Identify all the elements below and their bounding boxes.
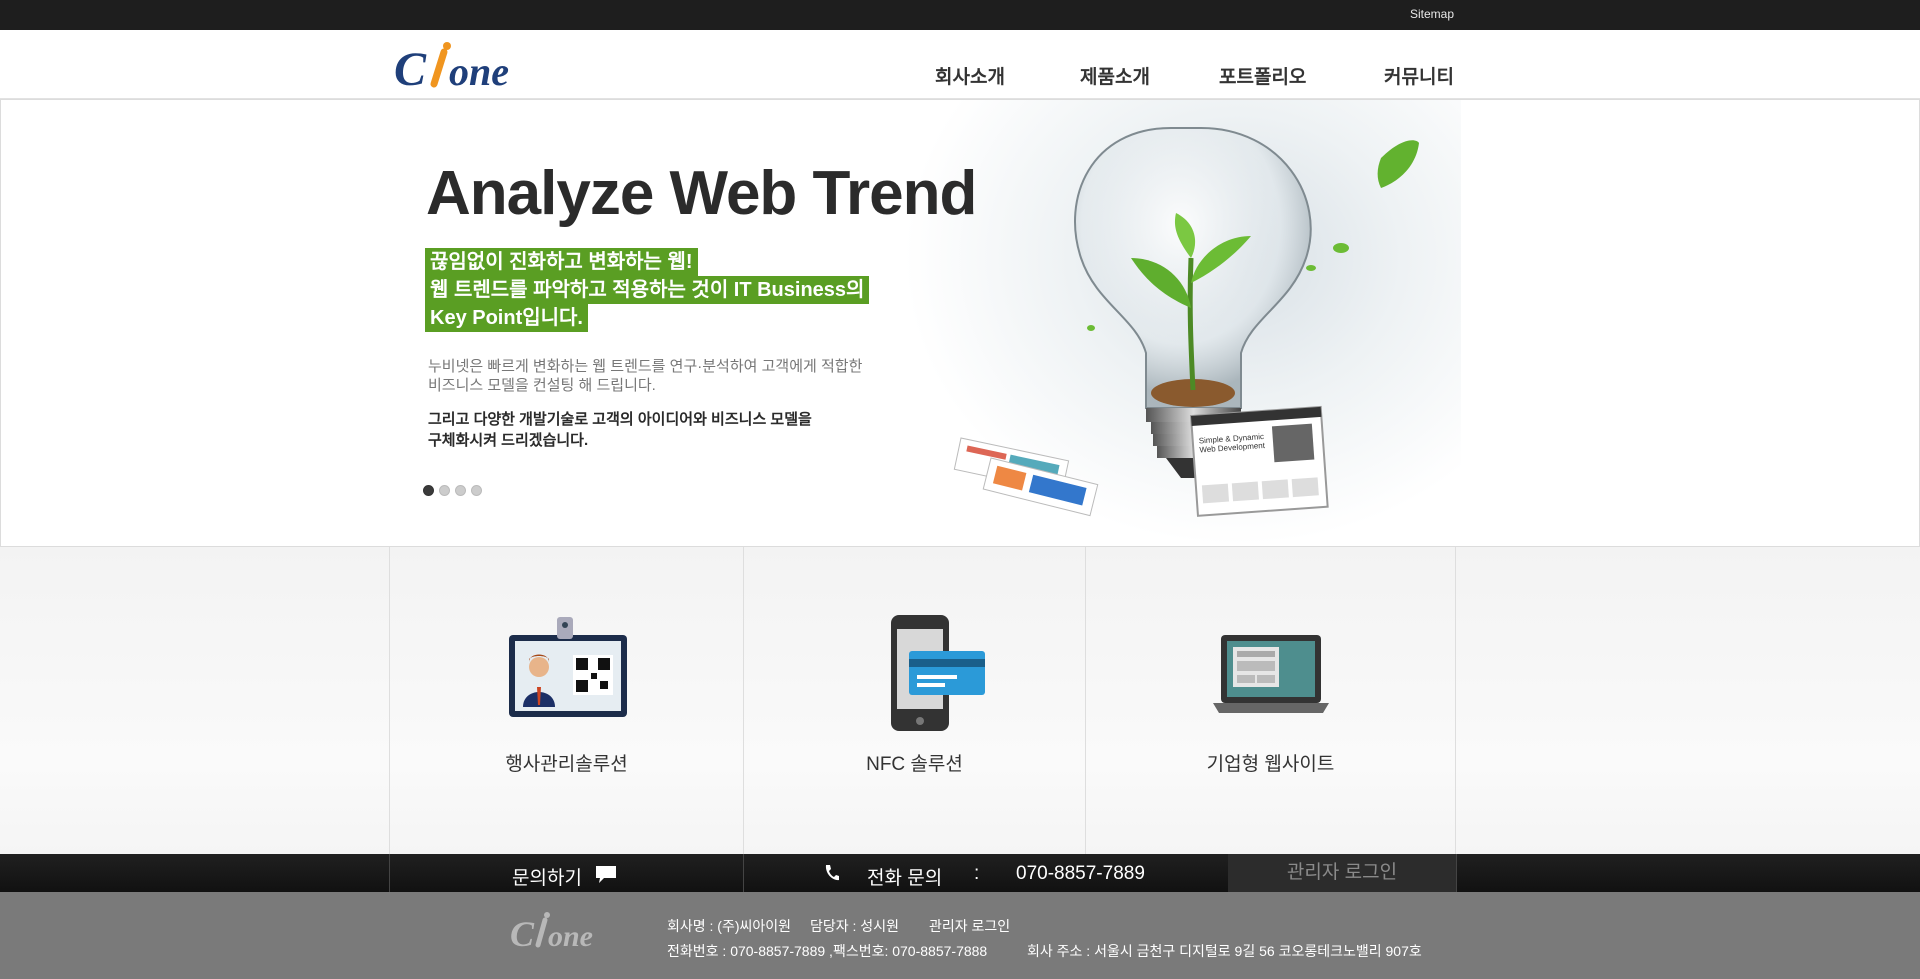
service-label-website: 기업형 웹사이트 [1206, 754, 1335, 775]
hero-highlight-line-2: 웹 트렌드를 파악하고 적용하는 것이 IT Business의 [425, 276, 870, 304]
service-corporate-website[interactable]: 기업형 웹사이트 [1085, 547, 1456, 854]
hero-highlight-line-1: 끊임없이 진화하고 변화하는 웹! [425, 248, 698, 276]
laptop-icon [1213, 635, 1329, 713]
nav-products[interactable]: 제품소개 [1080, 62, 1150, 89]
svg-text:C: C [510, 914, 535, 954]
lightbulb-illustration: Simple & Dynamic Web Development [953, 127, 1419, 517]
nav-community[interactable]: 커뮤니티 [1384, 62, 1454, 89]
site-logo[interactable]: C one [394, 40, 524, 96]
divider [1456, 854, 1457, 892]
slide-dot-4[interactable] [471, 485, 482, 496]
admin-login-button[interactable]: 관리자 로그인 [1228, 854, 1456, 892]
service-label-nfc: NFC 솔루션 [866, 754, 963, 775]
phone-number: 070-8857-7889 [1016, 863, 1145, 884]
hero-highlight-line-3: Key Point입니다. [425, 304, 588, 332]
site-header: C one 회사소개 제품소개 포트폴리오 커뮤니티 [0, 30, 1920, 99]
hero-body-dark-1: 그리고 다양한 개발기술로 고객의 아이디어와 비즈니스 모델을 [428, 411, 812, 428]
footer-address: 회사 주소 : 서울시 금천구 디지털로 9길 56 코오롱테크노밸리 907호 [1027, 943, 1422, 959]
services-section: 행사관리솔루션 NFC 솔루션 기업형 웹사이트 [0, 547, 1920, 854]
phone-card-icon [891, 615, 985, 731]
footer-admin-login[interactable]: 관리자 로그인 [929, 916, 1010, 936]
slide-dot-1[interactable] [423, 485, 434, 496]
id-badge-icon [509, 617, 627, 717]
hero-title: Analyze Web Trend [426, 159, 977, 228]
slide-indicators [423, 483, 487, 496]
footer-manager: 담당자 : 성시원 [810, 918, 899, 934]
inquiry-button[interactable]: 문의하기 [512, 863, 582, 890]
service-nfc[interactable]: NFC 솔루션 [743, 547, 1085, 854]
phone-icon [825, 865, 839, 881]
footer-logo: C one [510, 912, 593, 954]
nav-portfolio[interactable]: 포트폴리오 [1219, 62, 1306, 89]
logo-graphic: C one [394, 42, 509, 96]
sitemap-link[interactable]: Sitemap [1410, 7, 1454, 21]
divider [743, 854, 744, 892]
top-bar: Sitemap [0, 0, 1920, 30]
phone-inquiry-label: 전화 문의 [867, 868, 943, 889]
speech-bubble-icon [596, 866, 616, 883]
svg-text:one: one [548, 920, 593, 953]
service-label-event: 행사관리솔루션 [505, 754, 628, 775]
slide-dot-2[interactable] [439, 485, 450, 496]
hero-slider: Analyze Web Trend 끊임없이 진화하고 변화하는 웹! 웹 트렌… [0, 99, 1920, 547]
service-event-management[interactable]: 행사관리솔루션 [389, 547, 743, 854]
footer-company: 회사명 : (주)씨아이원 [667, 918, 792, 934]
hero-body-gray-1: 누비넷은 빠르게 변화하는 웹 트렌드를 연구·분석하여 고객에게 적합한 [428, 358, 863, 375]
hero-body-dark-2: 구체화시켜 드리겠습니다. [428, 432, 589, 449]
svg-text:one: one [449, 49, 509, 94]
nav-company[interactable]: 회사소개 [935, 62, 1005, 89]
hero-body-gray-2: 비즈니스 모델을 컨설팅 해 드립니다. [428, 377, 656, 394]
phone-colon: : [974, 863, 980, 884]
svg-text:C: C [394, 43, 427, 95]
divider [389, 854, 390, 892]
slide-dot-3[interactable] [455, 485, 466, 496]
contact-bar: 문의하기 전화 문의 : 070-8857-7889 관리자 로그인 [0, 854, 1920, 892]
site-footer: C one 회사명 : (주)씨아이원 담당자 : 성시원 관리자 로그인 전화… [0, 892, 1920, 979]
footer-phone-fax: 전화번호 : 070-8857-7889 ,팩스번호: 070-8857-788… [667, 943, 988, 959]
